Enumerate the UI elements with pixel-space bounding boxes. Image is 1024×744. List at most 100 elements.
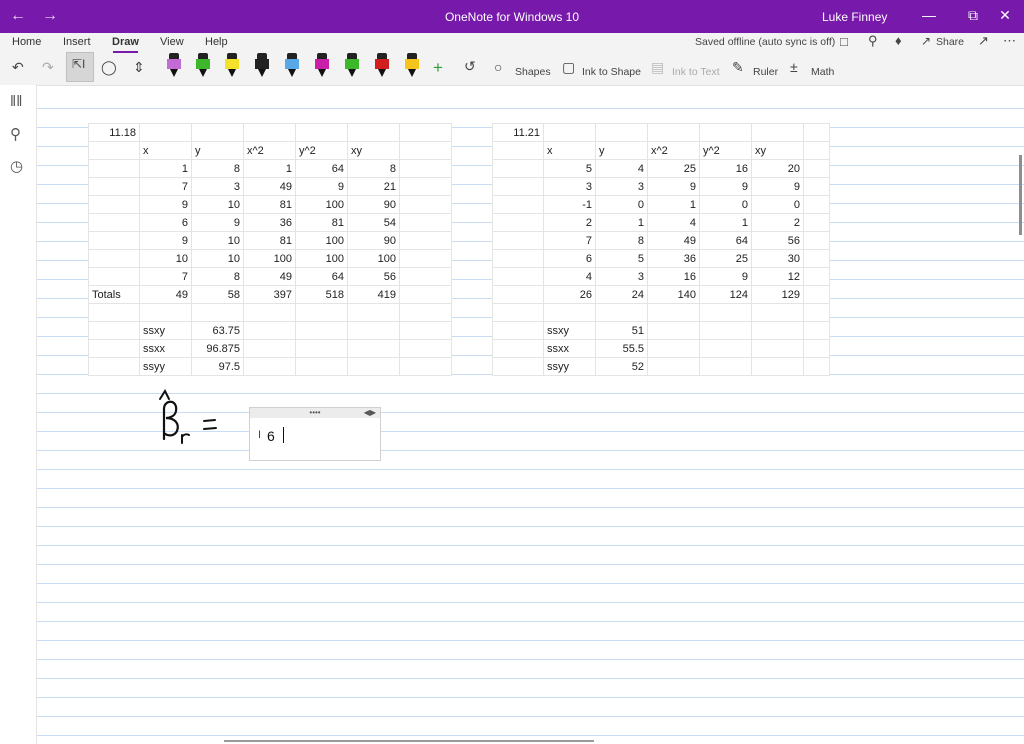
data-cell[interactable]: 9 (139, 231, 192, 250)
column-header[interactable]: xy (751, 141, 804, 160)
column-header[interactable]: x^2 (243, 141, 296, 160)
data-cell[interactable]: 1 (243, 159, 296, 178)
cell[interactable] (347, 303, 400, 322)
cell[interactable] (191, 303, 244, 322)
cell[interactable] (399, 249, 452, 268)
cell[interactable] (803, 285, 830, 304)
data-cell[interactable]: 1 (699, 213, 752, 232)
cell[interactable] (88, 339, 140, 358)
ruler-button[interactable]: Ruler (753, 66, 778, 78)
data-cell[interactable]: 7 (139, 267, 192, 286)
cell[interactable] (139, 303, 192, 322)
cell[interactable] (803, 303, 830, 322)
cell[interactable] (399, 195, 452, 214)
data-cell[interactable]: 36 (243, 213, 296, 232)
ink-to-shape-button[interactable]: Ink to Shape (582, 66, 641, 78)
cell[interactable] (751, 339, 804, 358)
stat-value[interactable]: 97.5 (191, 357, 244, 376)
stat-value[interactable]: 63.75 (191, 321, 244, 340)
cell[interactable] (492, 231, 544, 250)
cell[interactable] (492, 303, 544, 322)
search-icon[interactable]: ⚲ (10, 125, 21, 143)
stat-label[interactable]: ssxx (139, 339, 192, 358)
stat-value[interactable]: 51 (595, 321, 648, 340)
stat-label[interactable]: ssxx (543, 339, 596, 358)
cell[interactable] (803, 321, 830, 340)
cell[interactable] (751, 357, 804, 376)
cell[interactable] (492, 285, 544, 304)
cell[interactable] (803, 339, 830, 358)
cell[interactable] (543, 123, 596, 142)
column-header[interactable]: xy (347, 141, 400, 160)
data-cell[interactable]: 10 (191, 195, 244, 214)
cell[interactable] (347, 123, 400, 142)
cell[interactable] (347, 339, 400, 358)
resize-arrows-icon[interactable]: ◀▶ (364, 408, 376, 417)
tab-draw[interactable]: Draw (112, 36, 139, 48)
data-cell[interactable]: 1 (139, 159, 192, 178)
tab-home[interactable]: Home (12, 36, 41, 48)
tab-view[interactable]: View (160, 36, 184, 48)
data-cell[interactable]: 1 (595, 213, 648, 232)
cell[interactable] (803, 213, 830, 232)
data-cell[interactable]: 8 (595, 231, 648, 250)
data-cell[interactable]: 5 (543, 159, 596, 178)
shapes-button[interactable]: Shapes (515, 66, 551, 78)
data-cell[interactable]: 0 (751, 195, 804, 214)
notebook-icon[interactable]: □ (840, 34, 848, 49)
ruler-icon[interactable]: ✎ (732, 59, 744, 76)
total-cell[interactable]: 58 (191, 285, 244, 304)
math-button[interactable]: Math (811, 66, 834, 78)
cell[interactable] (399, 177, 452, 196)
cell[interactable] (191, 123, 244, 142)
data-cell[interactable]: 5 (595, 249, 648, 268)
data-cell[interactable]: 49 (243, 267, 296, 286)
data-cell[interactable]: 81 (243, 231, 296, 250)
cell[interactable] (699, 357, 752, 376)
pen-8[interactable] (374, 53, 390, 79)
pen-5[interactable] (284, 53, 300, 79)
total-cell[interactable]: 49 (139, 285, 192, 304)
cell[interactable] (88, 249, 140, 268)
minimize-icon[interactable]: — (914, 7, 944, 23)
cell[interactable] (647, 303, 700, 322)
cell[interactable] (803, 177, 830, 196)
data-cell[interactable]: 9 (295, 177, 348, 196)
cell[interactable] (139, 123, 192, 142)
data-cell[interactable]: 3 (543, 177, 596, 196)
total-cell[interactable]: 419 (347, 285, 400, 304)
data-cell[interactable]: 6 (543, 249, 596, 268)
bell-icon[interactable]: ♦ (895, 33, 902, 48)
cell[interactable] (88, 321, 140, 340)
cell[interactable] (647, 339, 700, 358)
cell[interactable] (347, 321, 400, 340)
data-cell[interactable]: 49 (647, 231, 700, 250)
pen-6[interactable] (314, 53, 330, 79)
cell[interactable] (399, 159, 452, 178)
data-cell[interactable]: 8 (191, 159, 244, 178)
cell[interactable] (399, 321, 452, 340)
cell[interactable] (88, 357, 140, 376)
cell[interactable] (699, 303, 752, 322)
cell[interactable] (492, 339, 544, 358)
stat-value[interactable]: 52 (595, 357, 648, 376)
cell[interactable] (88, 159, 140, 178)
data-cell[interactable]: 81 (243, 195, 296, 214)
pen-7[interactable] (344, 53, 360, 79)
cell[interactable] (595, 303, 648, 322)
data-cell[interactable]: 100 (347, 249, 400, 268)
table-label[interactable]: 11.18 (88, 123, 140, 142)
share-button[interactable]: Share (936, 36, 964, 48)
cell[interactable] (399, 213, 452, 232)
redo-icon[interactable]: ↷ (42, 59, 54, 76)
column-header[interactable]: x (139, 141, 192, 160)
data-cell[interactable]: 9 (191, 213, 244, 232)
cell[interactable] (243, 321, 296, 340)
data-cell[interactable]: 56 (751, 231, 804, 250)
data-cell[interactable]: 8 (191, 267, 244, 286)
data-cell[interactable]: 9 (699, 267, 752, 286)
pen-1[interactable] (166, 53, 182, 79)
horizontal-scrollbar[interactable] (224, 740, 594, 742)
totals-label[interactable]: Totals (88, 285, 140, 304)
math-input-value[interactable]: 6 (267, 428, 275, 444)
